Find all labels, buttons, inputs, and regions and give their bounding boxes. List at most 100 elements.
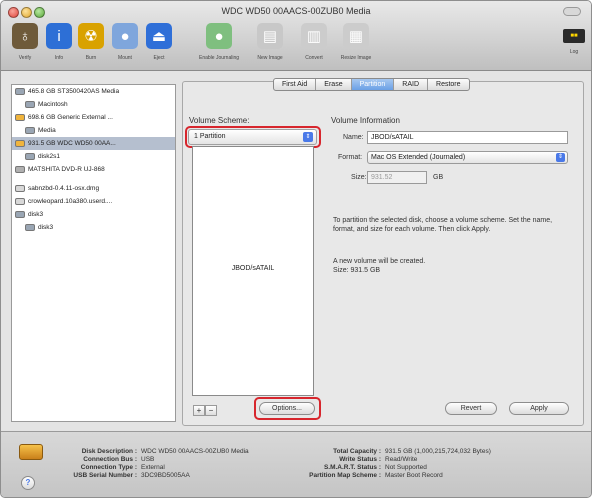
sidebar-item[interactable]: Macintosh (12, 98, 175, 111)
volume-icon (25, 127, 35, 134)
revert-button[interactable]: Revert (445, 402, 497, 415)
info-icon: i (46, 23, 72, 49)
info-button[interactable]: i Info (41, 23, 77, 67)
sidebar-item[interactable]: disk3 (12, 221, 175, 234)
eject-label: Eject (153, 55, 165, 61)
name-label: Name: (343, 134, 364, 141)
tab-restore[interactable]: Restore (428, 79, 469, 90)
verify-label: Verify (18, 55, 32, 61)
scheme-highlight-box (185, 126, 321, 148)
help-button[interactable]: ? (21, 476, 35, 490)
smart-status-label: S.M.A.R.T. Status : (323, 464, 381, 471)
format-value: Mac OS Extended (Journaled) (371, 154, 466, 161)
eject-icon: ⏏ (146, 23, 172, 49)
convert-label: Convert (305, 55, 323, 61)
partition-map-label: Partition Map Scheme : (309, 472, 381, 479)
hard-disk-icon (15, 88, 25, 95)
sidebar-item[interactable]: MATSHITA DVD-R UJ-868 (12, 163, 175, 176)
function-tabs: First Aid Erase Partition RAID Restore (273, 78, 470, 91)
sidebar-item[interactable]: sabnzbd-0.4.11-osx.dmg (12, 182, 175, 195)
volume-icon (25, 224, 35, 231)
tab-partition[interactable]: Partition (351, 79, 395, 90)
chevron-updown-icon: ⇕ (556, 153, 565, 162)
info-label: Info (54, 55, 64, 61)
sidebar-item-label: 931.5 GB WDC WD50 00AA... (28, 140, 116, 147)
sidebar-item[interactable]: 465.8 GB ST3500420AS Media (12, 85, 175, 98)
status-line-2: Size: 931.5 GB (333, 267, 381, 274)
new-image-button[interactable]: ▤ New Image (249, 23, 291, 67)
burn-button[interactable]: ☢ Burn (73, 23, 109, 67)
apply-button[interactable]: Apply (509, 402, 569, 415)
smart-status-value: Not Supported (385, 464, 427, 471)
convert-icon: ▥ (301, 23, 327, 49)
partition-layout-map[interactable]: JBOD/sATAIL (192, 146, 314, 396)
mount-label: Mount (118, 55, 132, 61)
format-label: Format: (338, 154, 363, 161)
toolbar-toggle-button[interactable] (563, 7, 581, 16)
connection-type-label: Connection Type : (80, 464, 137, 471)
hard-disk-icon (15, 114, 25, 121)
format-popup[interactable]: Mac OS Extended (Journaled) ⇕ (367, 151, 568, 164)
convert-button[interactable]: ▥ Convert (293, 23, 335, 67)
log-button[interactable]: ■■ Log (559, 23, 589, 67)
disk-list[interactable]: 465.8 GB ST3500420AS Media Macintosh 698.6… (11, 84, 176, 422)
partition-help-text: To partition the selected disk, choose a… (333, 217, 553, 233)
size-field[interactable]: 931.52 (367, 171, 427, 184)
usb-serial-label: USB Serial Number : (73, 472, 137, 479)
sidebar-item[interactable]: 931.5 GB WDC WD50 00AA... (12, 137, 175, 150)
sidebar-item[interactable]: disk3 (12, 208, 175, 221)
disk-description-value: WDC WD50 00AACS-00ZUB0 Media (141, 448, 249, 455)
mount-button[interactable]: ● Mount (107, 23, 143, 67)
volume-scheme-heading: Volume Scheme: (189, 116, 250, 125)
title-toolbar: WDC WD50 00AACS-00ZUB0 Media ♁ Verify i Inf… (1, 1, 591, 71)
add-partition-button[interactable]: + (193, 405, 205, 416)
verify-button[interactable]: ♁ Verify (7, 23, 43, 67)
status-line-1: A new volume will be created. (333, 258, 426, 265)
volume-info-heading: Volume Information (331, 116, 400, 125)
total-capacity-value: 931.5 GB (1,000,215,724,032 Bytes) (385, 448, 491, 455)
sidebar-item-label: 465.8 GB ST3500420AS Media (28, 88, 120, 95)
total-capacity-label: Total Capacity : (333, 448, 381, 455)
sidebar-item[interactable]: disk2s1 (12, 150, 175, 163)
hard-disk-icon (15, 140, 25, 147)
name-field[interactable]: JBOD/sATAIL (367, 131, 568, 144)
tab-raid[interactable]: RAID (394, 79, 429, 90)
partition-volume-label: JBOD/sATAIL (231, 265, 275, 272)
journal-icon: ● (206, 23, 232, 49)
sidebar-item[interactable]: Media (12, 124, 175, 137)
usb-serial-value: 3DC9BD5005AA (141, 472, 190, 479)
sidebar-item-label: Macintosh (38, 101, 68, 108)
window-title: WDC WD50 00AACS-00ZUB0 Media (221, 6, 371, 16)
resize-image-label: Resize Image (340, 55, 372, 61)
disk-image-icon (15, 185, 25, 192)
disk-image-icon (15, 198, 25, 205)
connection-bus-value: USB (141, 456, 155, 463)
new-image-icon: ▤ (257, 23, 283, 49)
sidebar-item[interactable]: 698.6 GB Generic External ... (12, 111, 175, 124)
write-status-value: Read/Write (385, 456, 418, 463)
sidebar-item-label: disk3 (28, 211, 44, 218)
tab-erase[interactable]: Erase (316, 79, 352, 90)
sidebar-item-label: crowleopard.10a380.userd.... (28, 198, 113, 205)
resize-image-button[interactable]: ▦ Resize Image (335, 23, 377, 67)
sidebar-item[interactable]: crowleopard.10a380.userd.... (12, 195, 175, 208)
sidebar-item-label: Media (38, 127, 56, 134)
mount-icon: ● (112, 23, 138, 49)
volume-icon (25, 101, 35, 108)
enable-journaling-label: Enable Journaling (198, 55, 240, 61)
dvd-drive-icon (15, 166, 25, 173)
new-image-label: New Image (257, 55, 283, 61)
sidebar-item-label: disk2s1 (38, 153, 61, 160)
eject-button[interactable]: ⏏ Eject (141, 23, 177, 67)
partition-map-value: Master Boot Record (385, 472, 443, 479)
log-label: Log (569, 49, 579, 55)
hard-disk-icon (15, 211, 25, 218)
connection-bus-label: Connection Bus : (83, 456, 137, 463)
tab-first-aid[interactable]: First Aid (274, 79, 317, 90)
sidebar-item-label: sabnzbd-0.4.11-osx.dmg (28, 185, 100, 192)
burn-icon: ☢ (78, 23, 104, 49)
sidebar-item-label: 698.6 GB Generic External ... (28, 114, 113, 121)
enable-journaling-button[interactable]: ● Enable Journaling (191, 23, 247, 67)
disk-description-label: Disk Description : (81, 448, 137, 455)
remove-partition-button[interactable]: − (205, 405, 217, 416)
